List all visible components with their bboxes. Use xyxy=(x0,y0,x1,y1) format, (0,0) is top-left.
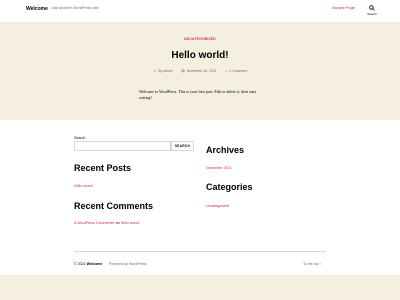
post-author-label: By admin xyxy=(158,69,173,73)
category-item[interactable]: Uncategorized xyxy=(206,204,229,208)
site-title[interactable]: Welcome xyxy=(26,6,48,12)
copyright-year: © 2021 xyxy=(74,262,86,266)
user-icon: ☺ xyxy=(152,69,157,73)
search-icon xyxy=(369,5,375,11)
to-the-top-link[interactable]: To the top ↑ xyxy=(303,262,322,266)
site-description: Just another WordPress site xyxy=(51,6,99,10)
powered-by-link[interactable]: Powered by WordPress xyxy=(109,262,147,266)
post-author[interactable]: ☺ By admin xyxy=(153,69,173,73)
nav-sample-page[interactable]: Sample Page xyxy=(332,6,355,10)
recent-comments-title: Recent Comments xyxy=(74,201,154,211)
archives-title: Archives xyxy=(206,145,245,155)
recent-comment-on: on xyxy=(115,221,120,225)
comment-icon: □ xyxy=(225,69,228,73)
recent-comment-post[interactable]: Hello world! xyxy=(121,221,140,225)
archive-item[interactable]: November 2021 xyxy=(206,166,232,170)
post-title[interactable]: Hello world! xyxy=(0,50,400,61)
post-date[interactable]: ▤ November 18, 2021 xyxy=(182,69,217,73)
search-toggle-label: Search xyxy=(367,12,377,16)
search-input[interactable] xyxy=(74,141,171,151)
recent-comment-item: A WordPress Commenter on Hello world! xyxy=(74,221,139,225)
recent-posts-title: Recent Posts xyxy=(74,163,132,173)
recent-comment-author[interactable]: A WordPress Commenter xyxy=(74,221,115,225)
post-comments-label: 1 Comment xyxy=(229,69,248,73)
post-date-label: November 18, 2021 xyxy=(186,69,217,73)
footer-widgets: Search SEARCH Recent Posts Hello world! … xyxy=(0,120,400,275)
post-content: Welcome to WordPress. This is your first… xyxy=(139,89,256,100)
post-category-link[interactable]: UNCATEGORIZED xyxy=(0,37,400,41)
post-header: UNCATEGORIZED Hello world! ☺ By admin ▤ No… xyxy=(0,22,400,120)
recent-post-item[interactable]: Hello world! xyxy=(74,184,93,188)
post-comments[interactable]: □ 1 Comment xyxy=(225,69,247,73)
categories-title: Categories xyxy=(206,182,253,192)
site-header: Welcome Just another WordPress site Samp… xyxy=(0,0,400,22)
post-meta: ☺ By admin ▤ November 18, 2021 □ 1 Comment xyxy=(0,69,400,73)
search-widget-label: Search xyxy=(74,136,86,140)
calendar-icon: ▤ xyxy=(181,69,185,73)
search-toggle-button[interactable]: Search xyxy=(364,5,380,19)
copyright: © 2021 Welcome xyxy=(74,262,102,266)
footer-divider xyxy=(74,251,326,252)
search-submit-button[interactable]: SEARCH xyxy=(171,141,194,151)
copyright-site-link[interactable]: Welcome xyxy=(87,262,103,266)
bottom-band xyxy=(0,275,400,300)
